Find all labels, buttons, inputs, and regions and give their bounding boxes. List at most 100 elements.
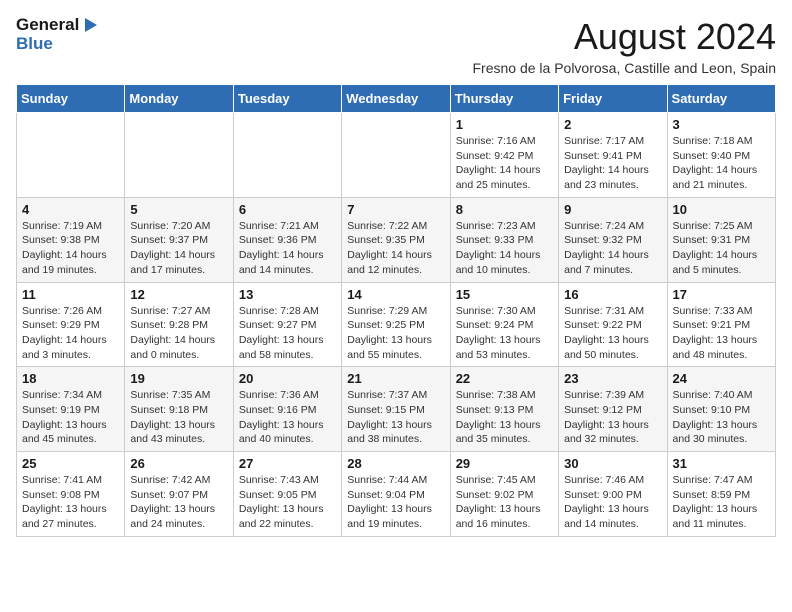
calendar-cell: 27 Sunrise: 7:43 AM Sunset: 9:05 PM Dayli… <box>233 452 341 537</box>
day-number: 19 <box>130 371 227 386</box>
day-number: 29 <box>456 456 553 471</box>
calendar-cell: 4 Sunrise: 7:19 AM Sunset: 9:38 PM Daylig… <box>17 197 125 282</box>
day-number: 2 <box>564 117 661 132</box>
day-info: Sunrise: 7:40 AM Sunset: 9:10 PM Dayligh… <box>673 388 770 447</box>
calendar-cell: 17 Sunrise: 7:33 AM Sunset: 9:21 PM Dayli… <box>667 282 775 367</box>
week-row-4: 18 Sunrise: 7:34 AM Sunset: 9:19 PM Dayli… <box>17 367 776 452</box>
day-number: 14 <box>347 287 444 302</box>
day-number: 24 <box>673 371 770 386</box>
day-info: Sunrise: 7:19 AM Sunset: 9:38 PM Dayligh… <box>22 219 119 278</box>
day-info: Sunrise: 7:39 AM Sunset: 9:12 PM Dayligh… <box>564 388 661 447</box>
day-info: Sunrise: 7:25 AM Sunset: 9:31 PM Dayligh… <box>673 219 770 278</box>
day-number: 3 <box>673 117 770 132</box>
header-wednesday: Wednesday <box>342 85 450 113</box>
day-number: 31 <box>673 456 770 471</box>
day-number: 15 <box>456 287 553 302</box>
day-number: 22 <box>456 371 553 386</box>
day-info: Sunrise: 7:18 AM Sunset: 9:40 PM Dayligh… <box>673 134 770 193</box>
calendar-cell <box>342 113 450 198</box>
day-info: Sunrise: 7:24 AM Sunset: 9:32 PM Dayligh… <box>564 219 661 278</box>
day-number: 21 <box>347 371 444 386</box>
calendar-cell: 23 Sunrise: 7:39 AM Sunset: 9:12 PM Dayli… <box>559 367 667 452</box>
day-number: 6 <box>239 202 336 217</box>
month-year: August 2024 <box>472 16 776 58</box>
day-info: Sunrise: 7:42 AM Sunset: 9:07 PM Dayligh… <box>130 473 227 532</box>
day-info: Sunrise: 7:31 AM Sunset: 9:22 PM Dayligh… <box>564 304 661 363</box>
calendar-cell: 18 Sunrise: 7:34 AM Sunset: 9:19 PM Dayli… <box>17 367 125 452</box>
day-number: 10 <box>673 202 770 217</box>
day-number: 25 <box>22 456 119 471</box>
calendar-cell: 10 Sunrise: 7:25 AM Sunset: 9:31 PM Dayli… <box>667 197 775 282</box>
day-info: Sunrise: 7:21 AM Sunset: 9:36 PM Dayligh… <box>239 219 336 278</box>
header-thursday: Thursday <box>450 85 558 113</box>
day-number: 17 <box>673 287 770 302</box>
day-info: Sunrise: 7:41 AM Sunset: 9:08 PM Dayligh… <box>22 473 119 532</box>
day-info: Sunrise: 7:22 AM Sunset: 9:35 PM Dayligh… <box>347 219 444 278</box>
calendar-cell: 15 Sunrise: 7:30 AM Sunset: 9:24 PM Dayli… <box>450 282 558 367</box>
calendar-cell: 14 Sunrise: 7:29 AM Sunset: 9:25 PM Dayli… <box>342 282 450 367</box>
day-number: 8 <box>456 202 553 217</box>
logo: General Blue <box>16 16 99 53</box>
calendar-cell: 6 Sunrise: 7:21 AM Sunset: 9:36 PM Daylig… <box>233 197 341 282</box>
calendar-cell: 11 Sunrise: 7:26 AM Sunset: 9:29 PM Dayli… <box>17 282 125 367</box>
week-row-1: 1Sunrise: 7:16 AM Sunset: 9:42 PM Daylig… <box>17 113 776 198</box>
day-info: Sunrise: 7:34 AM Sunset: 9:19 PM Dayligh… <box>22 388 119 447</box>
day-number: 5 <box>130 202 227 217</box>
day-info: Sunrise: 7:46 AM Sunset: 9:00 PM Dayligh… <box>564 473 661 532</box>
day-info: Sunrise: 7:43 AM Sunset: 9:05 PM Dayligh… <box>239 473 336 532</box>
day-number: 30 <box>564 456 661 471</box>
day-info: Sunrise: 7:29 AM Sunset: 9:25 PM Dayligh… <box>347 304 444 363</box>
calendar-cell: 7Sunrise: 7:22 AM Sunset: 9:35 PM Daylig… <box>342 197 450 282</box>
day-info: Sunrise: 7:38 AM Sunset: 9:13 PM Dayligh… <box>456 388 553 447</box>
day-number: 23 <box>564 371 661 386</box>
page-header: General Blue August 2024 Fresno de la Po… <box>16 16 776 76</box>
day-info: Sunrise: 7:33 AM Sunset: 9:21 PM Dayligh… <box>673 304 770 363</box>
day-info: Sunrise: 7:17 AM Sunset: 9:41 PM Dayligh… <box>564 134 661 193</box>
calendar-cell: 21 Sunrise: 7:37 AM Sunset: 9:15 PM Dayli… <box>342 367 450 452</box>
calendar-cell: 8 Sunrise: 7:23 AM Sunset: 9:33 PM Daylig… <box>450 197 558 282</box>
calendar-cell: 5Sunrise: 7:20 AM Sunset: 9:37 PM Daylig… <box>125 197 233 282</box>
day-number: 18 <box>22 371 119 386</box>
day-number: 20 <box>239 371 336 386</box>
calendar-cell: 28 Sunrise: 7:44 AM Sunset: 9:04 PM Dayli… <box>342 452 450 537</box>
calendar-cell: 29 Sunrise: 7:45 AM Sunset: 9:02 PM Dayli… <box>450 452 558 537</box>
location: Fresno de la Polvorosa, Castille and Leo… <box>472 60 776 76</box>
calendar-cell: 24 Sunrise: 7:40 AM Sunset: 9:10 PM Dayli… <box>667 367 775 452</box>
logo-text: General Blue <box>16 16 99 53</box>
day-number: 4 <box>22 202 119 217</box>
day-info: Sunrise: 7:30 AM Sunset: 9:24 PM Dayligh… <box>456 304 553 363</box>
logo-arrow-icon <box>81 16 99 34</box>
calendar-cell: 9 Sunrise: 7:24 AM Sunset: 9:32 PM Daylig… <box>559 197 667 282</box>
calendar-body: 1Sunrise: 7:16 AM Sunset: 9:42 PM Daylig… <box>17 113 776 537</box>
day-number: 9 <box>564 202 661 217</box>
header-monday: Monday <box>125 85 233 113</box>
day-info: Sunrise: 7:45 AM Sunset: 9:02 PM Dayligh… <box>456 473 553 532</box>
header-friday: Friday <box>559 85 667 113</box>
day-info: Sunrise: 7:44 AM Sunset: 9:04 PM Dayligh… <box>347 473 444 532</box>
day-number: 28 <box>347 456 444 471</box>
calendar-table: SundayMondayTuesdayWednesdayThursdayFrid… <box>16 84 776 537</box>
calendar-cell: 16Sunrise: 7:31 AM Sunset: 9:22 PM Dayli… <box>559 282 667 367</box>
calendar-cell: 31Sunrise: 7:47 AM Sunset: 8:59 PM Dayli… <box>667 452 775 537</box>
calendar-cell: 19Sunrise: 7:35 AM Sunset: 9:18 PM Dayli… <box>125 367 233 452</box>
day-number: 27 <box>239 456 336 471</box>
day-info: Sunrise: 7:36 AM Sunset: 9:16 PM Dayligh… <box>239 388 336 447</box>
calendar-cell: 13Sunrise: 7:28 AM Sunset: 9:27 PM Dayli… <box>233 282 341 367</box>
calendar-cell: 22 Sunrise: 7:38 AM Sunset: 9:13 PM Dayli… <box>450 367 558 452</box>
calendar-cell <box>17 113 125 198</box>
calendar-cell: 3 Sunrise: 7:18 AM Sunset: 9:40 PM Daylig… <box>667 113 775 198</box>
day-info: Sunrise: 7:27 AM Sunset: 9:28 PM Dayligh… <box>130 304 227 363</box>
day-info: Sunrise: 7:26 AM Sunset: 9:29 PM Dayligh… <box>22 304 119 363</box>
calendar-cell: 1Sunrise: 7:16 AM Sunset: 9:42 PM Daylig… <box>450 113 558 198</box>
day-number: 13 <box>239 287 336 302</box>
header-saturday: Saturday <box>667 85 775 113</box>
day-info: Sunrise: 7:16 AM Sunset: 9:42 PM Dayligh… <box>456 134 553 193</box>
calendar-cell: 20 Sunrise: 7:36 AM Sunset: 9:16 PM Dayli… <box>233 367 341 452</box>
calendar-cell: 25 Sunrise: 7:41 AM Sunset: 9:08 PM Dayli… <box>17 452 125 537</box>
week-row-5: 25 Sunrise: 7:41 AM Sunset: 9:08 PM Dayli… <box>17 452 776 537</box>
header-sunday: Sunday <box>17 85 125 113</box>
day-number: 11 <box>22 287 119 302</box>
day-info: Sunrise: 7:23 AM Sunset: 9:33 PM Dayligh… <box>456 219 553 278</box>
day-info: Sunrise: 7:37 AM Sunset: 9:15 PM Dayligh… <box>347 388 444 447</box>
day-number: 12 <box>130 287 227 302</box>
